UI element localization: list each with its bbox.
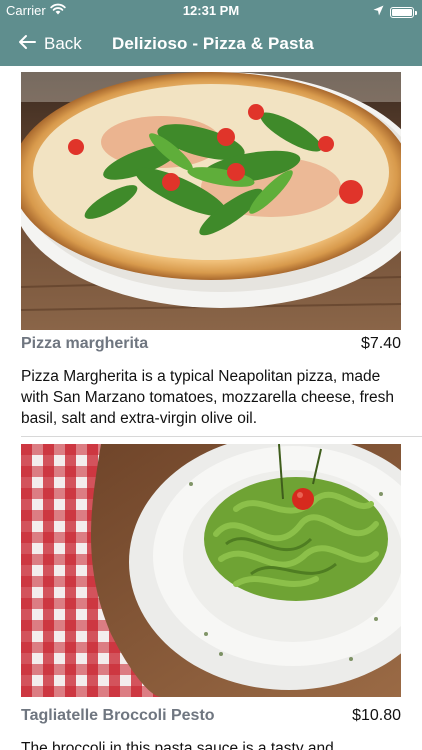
battery-icon <box>390 6 417 18</box>
pasta-photo <box>21 444 401 697</box>
menu-list[interactable]: Pizza margherita $7.40 Pizza Margherita … <box>0 66 422 750</box>
back-label: Back <box>44 34 82 53</box>
status-right <box>373 3 417 21</box>
top-bar: Carrier 12:31 PM Back Delizioso - Pizza … <box>0 0 422 66</box>
row-separator <box>21 436 422 437</box>
dish-header: Tagliatelle Broccoli Pesto $10.80 <box>21 704 401 728</box>
dish-description: The broccoli in this pasta sauce is a ta… <box>21 740 334 750</box>
dish-price: $10.80 <box>352 707 401 724</box>
location-arrow-icon <box>373 3 384 21</box>
dish-header: Pizza margherita $7.40 <box>21 332 401 356</box>
dish-name: Pizza margherita <box>21 335 149 352</box>
back-button[interactable]: Back <box>18 22 82 66</box>
back-arrow-icon <box>18 34 36 55</box>
page-title: Delizioso - Pizza & Pasta <box>112 34 314 53</box>
dish-price: $7.40 <box>360 335 401 352</box>
dish-description: Pizza Margherita is a typical Neapolitan… <box>21 368 395 427</box>
navigation-bar: Back Delizioso - Pizza & Pasta <box>0 22 422 66</box>
status-bar: Carrier 12:31 PM <box>0 0 422 22</box>
dish-name: Tagliatelle Broccoli Pesto <box>21 707 215 724</box>
pizza-photo <box>21 72 401 330</box>
status-time: 12:31 PM <box>182 3 240 18</box>
